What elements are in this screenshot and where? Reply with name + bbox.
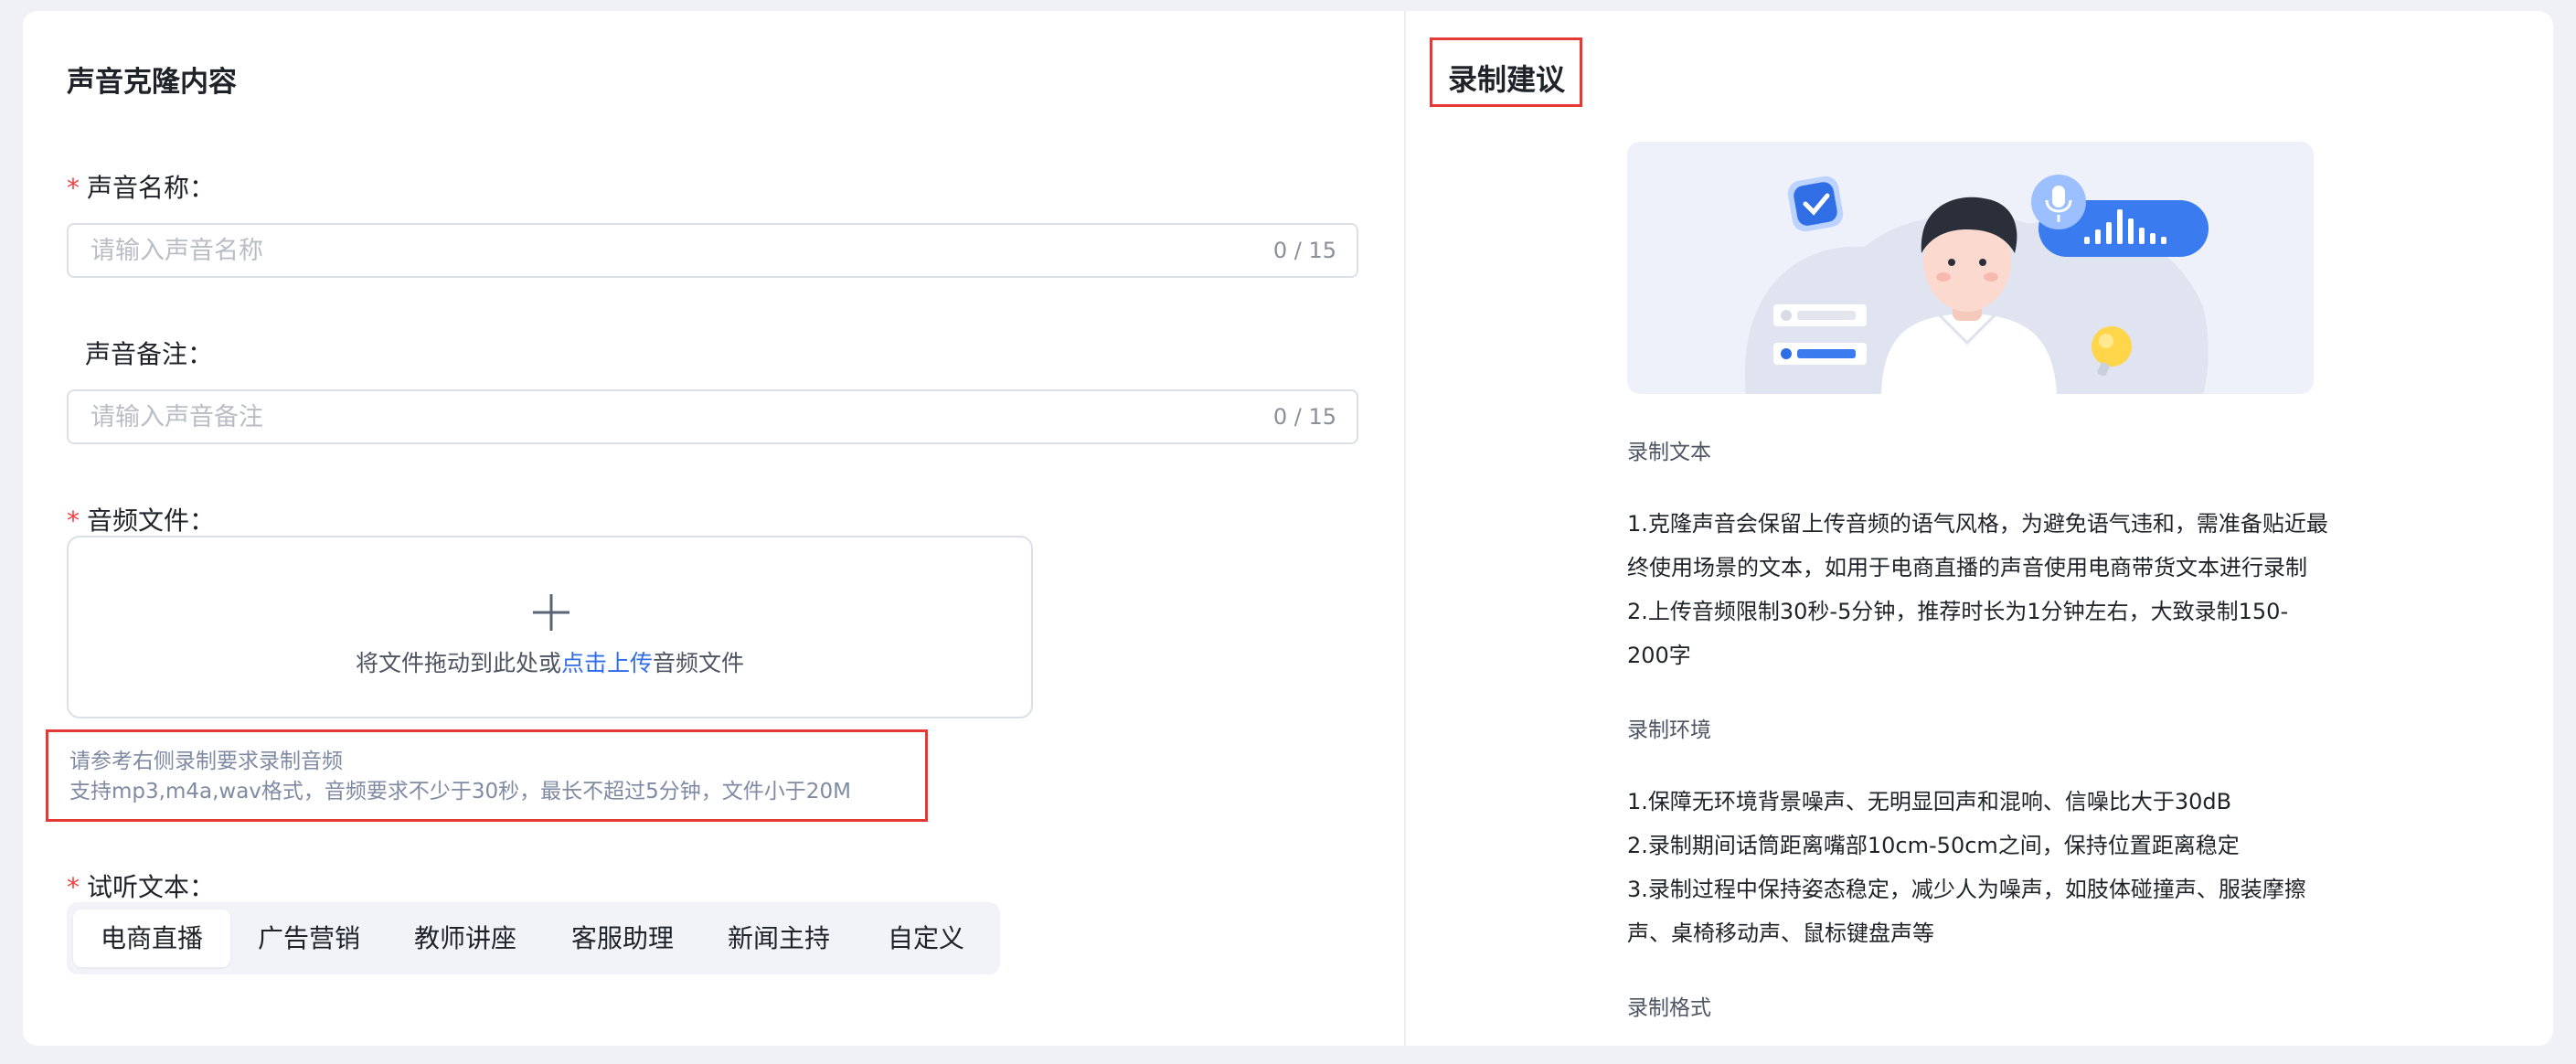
tips-line: 200字 <box>1627 643 1691 668</box>
tab-ecommerce-live[interactable]: 电商直播 <box>73 910 230 967</box>
voice-name-counter: 0 / 15 <box>1272 238 1336 263</box>
upload-hint: 请参考右侧录制要求录制音频 支持mp3,m4a,wav格式，音频要求不少于30秒… <box>46 729 928 822</box>
click-upload-link[interactable]: 点击上传 <box>561 650 653 676</box>
voice-clone-card: 声音克隆内容 *声音名称： 0 / 15 声音备注： 0 / 15 *音频文件：… <box>23 11 2553 1046</box>
voice-name-input[interactable] <box>90 225 1224 276</box>
audio-file-label: * 音频文件： <box>67 505 216 536</box>
voice-name-field[interactable]: 0 / 15 <box>67 223 1358 278</box>
required-mark: * <box>67 872 80 902</box>
upload-instruction: 将文件拖动到此处或点击上传音频文件 <box>355 650 745 676</box>
recording-tips-title-box: 录制建议 <box>1430 37 1582 107</box>
audio-upload-dropzone[interactable]: 将文件拖动到此处或点击上传音频文件 <box>67 536 1033 718</box>
recording-tips-title: 录制建议 <box>1448 62 1566 97</box>
plus-icon <box>533 594 569 631</box>
voice-note-input[interactable] <box>90 391 1224 442</box>
tips-heading-recording-format: 录制格式 <box>1627 996 1711 1020</box>
tips-line: 2.上传音频限制30秒-5分钟，推荐时长为1分钟左右，大致录制150- <box>1627 599 2289 624</box>
tips-line: 终使用场景的文本，如用于电商直播的声音使用电商带货文本进行录制 <box>1627 555 2307 580</box>
tips-line: 1.保障无环境背景噪声、无明显回声和混响、信噪比大于30dB <box>1627 789 2232 814</box>
hint-line-2: 支持mp3,m4a,wav格式，音频要求不少于30秒，最长不超过5分钟，文件小于… <box>69 780 851 803</box>
voice-note-field[interactable]: 0 / 15 <box>67 389 1358 444</box>
required-mark: * <box>67 173 80 203</box>
voice-note-counter: 0 / 15 <box>1272 404 1336 430</box>
section-title: 声音克隆内容 <box>67 66 237 99</box>
tab-news-anchor[interactable]: 新闻主持 <box>704 910 854 967</box>
panel-divider <box>1404 11 1406 1046</box>
tips-line: 声、桌椅移动声、鼠标键盘声等 <box>1627 920 1934 946</box>
preview-text-label: * 试听文本： <box>67 872 216 902</box>
preview-text-tabs: 电商直播 广告营销 教师讲座 客服助理 新闻主持 自定义 <box>67 902 1000 974</box>
check-badge-icon <box>1787 176 1844 232</box>
tab-customer-service[interactable]: 客服助理 <box>548 910 697 967</box>
microphone-wave-icon <box>2031 175 2209 257</box>
voice-name-label: * 声音名称： <box>67 173 216 203</box>
tips-heading-recording-text: 录制文本 <box>1627 441 1711 464</box>
person-with-microphone-illustration <box>1744 175 2209 394</box>
tips-heading-recording-environment: 录制环境 <box>1627 718 1711 742</box>
voice-note-label: 声音备注： <box>85 339 214 369</box>
required-mark: * <box>67 505 80 536</box>
tips-line: 3.录制过程中保持姿态稳定，减少人为噪声，如肢体碰撞声、服装摩擦 <box>1627 877 2306 902</box>
recording-illustration <box>1627 142 2314 394</box>
hint-line-1: 请参考右侧录制要求录制音频 <box>69 750 343 773</box>
tab-teacher-lecture[interactable]: 教师讲座 <box>390 910 540 967</box>
tab-custom[interactable]: 自定义 <box>860 910 992 967</box>
tab-ad-marketing[interactable]: 广告营销 <box>234 910 384 967</box>
tips-line: 2.录制期间话筒距离嘴部10cm-50cm之间，保持位置距离稳定 <box>1627 833 2240 858</box>
tips-line: 1.克隆声音会保留上传音频的语气风格，为避免语气违和，需准备贴近最 <box>1627 511 2328 537</box>
